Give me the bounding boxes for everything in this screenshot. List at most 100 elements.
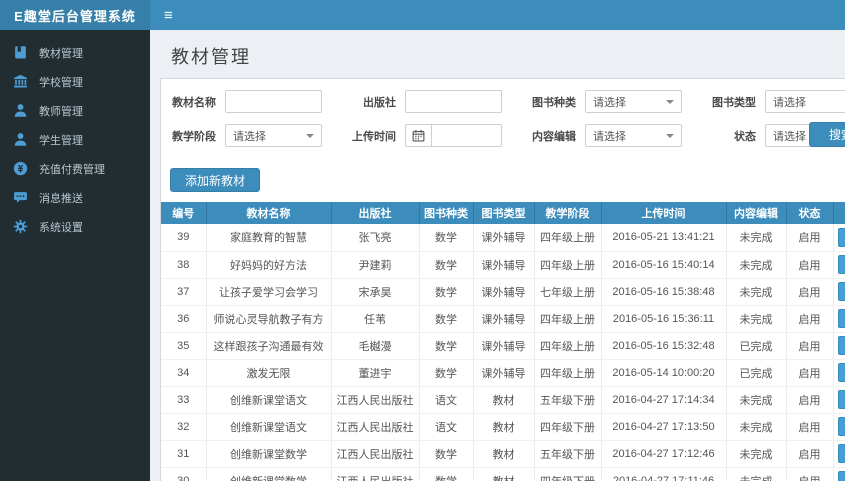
row-action-button[interactable] xyxy=(837,282,845,301)
calendar-icon[interactable] xyxy=(405,124,431,147)
cell-teaching-stage: 五年级下册 xyxy=(534,386,602,414)
sidebar-item-label: 教材管理 xyxy=(39,47,83,60)
row-action-button[interactable] xyxy=(837,255,845,274)
cell-book-category: 数学 xyxy=(419,467,474,481)
cell-publisher: 张飞亮 xyxy=(331,224,420,252)
cell-content-edit: 已完成 xyxy=(726,359,787,387)
sidebar-item-system-settings[interactable]: 系统设置 xyxy=(0,212,150,241)
sidebar-item-textbook-management[interactable]: 教材管理 xyxy=(0,38,150,67)
cell-book-type: 课外辅导 xyxy=(473,305,535,333)
table-row: 37 让孩子爱学习会学习 宋承昊 数学 课外辅导 七年级上册 2016-05-16 15:3… xyxy=(161,278,845,306)
table-row: 34 激发无限 董进宇 数学 课外辅导 四年级上册 2016-05-14 10:00:20 已… xyxy=(161,359,845,387)
cell-content-edit: 未完成 xyxy=(726,467,787,481)
cell-textbook-name: 激发无限 xyxy=(206,359,332,387)
publisher-input[interactable] xyxy=(405,90,502,113)
add-textbook-button[interactable]: 添加新教材 xyxy=(170,168,261,192)
filter-publisher: 出版社 xyxy=(350,90,502,113)
cell-content-edit: 未完成 xyxy=(726,386,787,414)
cell-textbook-name: 家庭教育的智慧 xyxy=(206,224,332,252)
row-action-button[interactable] xyxy=(837,227,845,247)
teaching-stage-select[interactable]: 请选择 xyxy=(225,124,322,147)
selected-value: 请选择 xyxy=(593,130,626,143)
cell-book-type: 教材 xyxy=(473,386,535,414)
top-navbar: E趣堂后台管理系统 ≡ xyxy=(0,0,845,30)
sidebar-item-label: 学生管理 xyxy=(39,134,83,147)
cell-status: 启用 xyxy=(786,359,834,387)
cell-actions xyxy=(833,359,845,387)
row-action-button[interactable] xyxy=(837,444,845,463)
cell-teaching-stage: 四年级上册 xyxy=(534,251,602,279)
filter-label: 图书种类 xyxy=(532,96,576,109)
cell-id: 32 xyxy=(161,413,207,441)
filter-label: 上传时间 xyxy=(352,130,396,143)
cell-upload-time: 2016-05-16 15:36:11 xyxy=(601,305,727,333)
cell-book-category: 语文 xyxy=(419,413,474,441)
cell-status: 启用 xyxy=(786,251,834,279)
sidebar-item-payment-management[interactable]: 充值付费管理 xyxy=(0,154,150,183)
filter-book-category: 图书种类 请选择 xyxy=(530,90,682,113)
search-button[interactable]: 搜索 xyxy=(809,122,845,147)
table-header-row: 编号 教材名称 出版社 图书种类 图书类型 教学阶段 上传时间 内容编辑 状态 xyxy=(161,202,845,224)
cell-book-type: 课外辅导 xyxy=(473,224,535,252)
cell-book-type: 教材 xyxy=(473,467,535,481)
selected-value: 请选择 xyxy=(233,130,266,143)
cell-content-edit: 未完成 xyxy=(726,413,787,441)
content-edit-select[interactable]: 请选择 xyxy=(585,124,682,147)
chevron-down-icon xyxy=(666,99,674,104)
sidebar-item-label: 学校管理 xyxy=(39,76,83,89)
sidebar-item-message-push[interactable]: 消息推送 xyxy=(0,183,150,212)
row-action-button[interactable] xyxy=(837,471,845,481)
table-row: 38 好妈妈的好方法 尹建莉 数学 课外辅导 四年级上册 2016-05-16 15:40:… xyxy=(161,251,845,279)
column-upload-time: 上传时间 xyxy=(601,202,727,224)
school-icon xyxy=(13,74,28,89)
row-action-button[interactable] xyxy=(837,309,845,328)
row-action-button[interactable] xyxy=(837,390,845,409)
row-action-button[interactable] xyxy=(837,336,845,355)
row-action-button[interactable] xyxy=(837,363,845,382)
cell-teaching-stage: 四年级上册 xyxy=(534,224,602,252)
upload-time-input[interactable] xyxy=(431,124,502,147)
cell-book-category: 语文 xyxy=(419,386,474,414)
sidebar-item-school-management[interactable]: 学校管理 xyxy=(0,67,150,96)
teacher-icon xyxy=(13,103,28,118)
cell-id: 30 xyxy=(161,467,207,481)
cell-publisher: 尹建莉 xyxy=(331,251,420,279)
cell-id: 35 xyxy=(161,332,207,360)
cell-book-type: 课外辅导 xyxy=(473,251,535,279)
cell-textbook-name: 让孩子爱学习会学习 xyxy=(206,278,332,306)
cell-publisher: 董进宇 xyxy=(331,359,420,387)
selected-value: 请选择 xyxy=(773,96,806,109)
cell-status: 启用 xyxy=(786,467,834,481)
sidebar-item-teacher-management[interactable]: 教师管理 xyxy=(0,96,150,125)
table-row: 35 这样跟孩子沟通最有效 毛樾漫 数学 课外辅导 四年级上册 2016-05-16 15:… xyxy=(161,332,845,360)
app-logo: E趣堂后台管理系统 xyxy=(0,0,150,30)
filter-label: 教材名称 xyxy=(172,96,216,109)
book-type-select[interactable]: 请选择 xyxy=(765,90,845,113)
hamburger-icon[interactable]: ≡ xyxy=(150,0,187,30)
cell-book-type: 教材 xyxy=(473,413,535,441)
cell-textbook-name: 师说心灵导航教子有方 xyxy=(206,305,332,333)
filter-upload-time: 上传时间 xyxy=(350,124,502,147)
selected-value: 请选择 xyxy=(593,96,626,109)
cell-status: 启用 xyxy=(786,332,834,360)
sidebar-item-label: 充值付费管理 xyxy=(39,163,105,176)
column-publisher: 出版社 xyxy=(331,202,420,224)
textbook-name-input[interactable] xyxy=(225,90,322,113)
cell-upload-time: 2016-05-16 15:38:48 xyxy=(601,278,727,306)
filter-teaching-stage: 教学阶段 请选择 xyxy=(170,124,322,147)
column-actions xyxy=(833,202,845,224)
cell-content-edit: 未完成 xyxy=(726,305,787,333)
book-category-select[interactable]: 请选择 xyxy=(585,90,682,113)
cell-actions xyxy=(833,440,845,468)
row-action-button[interactable] xyxy=(837,417,845,436)
cell-publisher: 毛樾漫 xyxy=(331,332,420,360)
cell-id: 33 xyxy=(161,386,207,414)
sidebar-item-student-management[interactable]: 学生管理 xyxy=(0,125,150,154)
settings-icon xyxy=(13,219,28,234)
cell-status: 启用 xyxy=(786,305,834,333)
cell-id: 38 xyxy=(161,251,207,279)
cell-teaching-stage: 七年级上册 xyxy=(534,278,602,306)
filter-row-2: 教学阶段 请选择 上传时间 内容编辑 请选择 状态 请选择 xyxy=(170,124,845,147)
cell-actions xyxy=(833,305,845,333)
cell-book-category: 数学 xyxy=(419,440,474,468)
